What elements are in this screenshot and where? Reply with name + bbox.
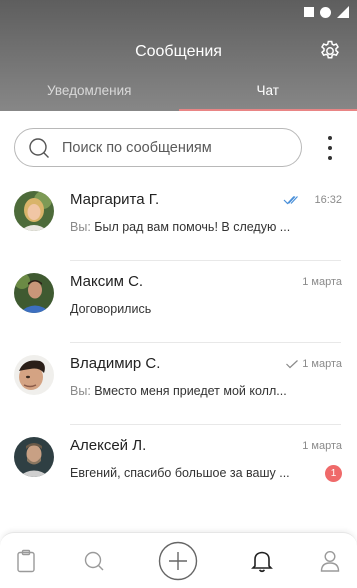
message-time: 16:32 — [314, 194, 342, 206]
message-preview: Договорились — [70, 302, 310, 316]
bell-icon — [251, 551, 273, 573]
tab-bar: Уведомления Чат — [0, 78, 357, 111]
avatar — [14, 437, 54, 477]
sender-prefix: Вы: — [70, 384, 95, 398]
nav-add[interactable] — [158, 533, 198, 588]
chat-item-aleksey[interactable]: Алексей Л. 1 марта Евгений, спасибо боль… — [0, 425, 357, 507]
message-preview: Евгений, спасибо большое за вашу ... — [70, 466, 310, 480]
message-text: Был рад вам помочь! В следую ... — [94, 220, 291, 234]
search-box — [14, 128, 302, 167]
message-time: 1 марта — [302, 276, 342, 288]
message-time: 1 марта — [302, 440, 342, 452]
nav-search[interactable] — [74, 533, 114, 588]
app-header: Сообщения Уведомления Чат — [0, 0, 357, 111]
search-input[interactable] — [62, 137, 292, 159]
tab-notifications[interactable]: Уведомления — [0, 78, 179, 111]
page-title: Сообщения — [135, 43, 222, 60]
message-text: Евгений, спасибо большое за вашу ... — [70, 466, 290, 480]
nav-profile[interactable] — [310, 533, 350, 588]
nav-clipboard[interactable] — [6, 533, 46, 588]
contact-name: Владимир С. — [70, 355, 161, 372]
avatar — [14, 191, 54, 231]
nav-notifications[interactable] — [242, 533, 282, 588]
message-text: Вместо меня приедет мой колл... — [94, 384, 287, 398]
avatar — [14, 355, 54, 395]
gear-icon[interactable] — [318, 39, 342, 63]
unread-badge: 1 — [325, 465, 342, 482]
signal-icon — [337, 6, 349, 18]
sender-prefix: Вы: — [70, 220, 95, 234]
contact-name: Алексей Л. — [70, 437, 147, 454]
more-options-icon[interactable] — [325, 136, 335, 160]
message-preview: Вы: Вместо меня приедет мой колл... — [70, 384, 310, 398]
status-circle-icon — [320, 6, 331, 18]
chat-item-vladimir[interactable]: Владимир С. 1 марта Вы: Вместо меня прие… — [0, 343, 357, 425]
search-icon — [29, 138, 49, 158]
status-bar — [304, 6, 349, 18]
chat-item-margarita[interactable]: Маргарита Г. 16:32 Вы: Был рад вам помоч… — [0, 179, 357, 261]
clipboard-icon — [17, 549, 35, 573]
double-check-icon — [283, 196, 298, 205]
message-time: 1 марта — [302, 358, 342, 370]
contact-name: Максим С. — [70, 273, 144, 290]
message-text: Договорились — [70, 302, 152, 316]
contact-name: Маргарита Г. — [70, 191, 160, 208]
message-preview: Вы: Был рад вам помочь! В следую ... — [70, 220, 310, 234]
profile-icon — [320, 550, 340, 572]
chat-item-maxim[interactable]: Максим С. 1 марта Договорились — [0, 261, 357, 343]
search-icon — [84, 551, 104, 571]
avatar — [14, 273, 54, 313]
status-square-icon — [304, 7, 314, 17]
bottom-nav — [0, 532, 357, 588]
tab-chat[interactable]: Чат — [178, 78, 357, 111]
plus-circle-icon — [158, 541, 198, 581]
check-icon — [286, 360, 298, 369]
